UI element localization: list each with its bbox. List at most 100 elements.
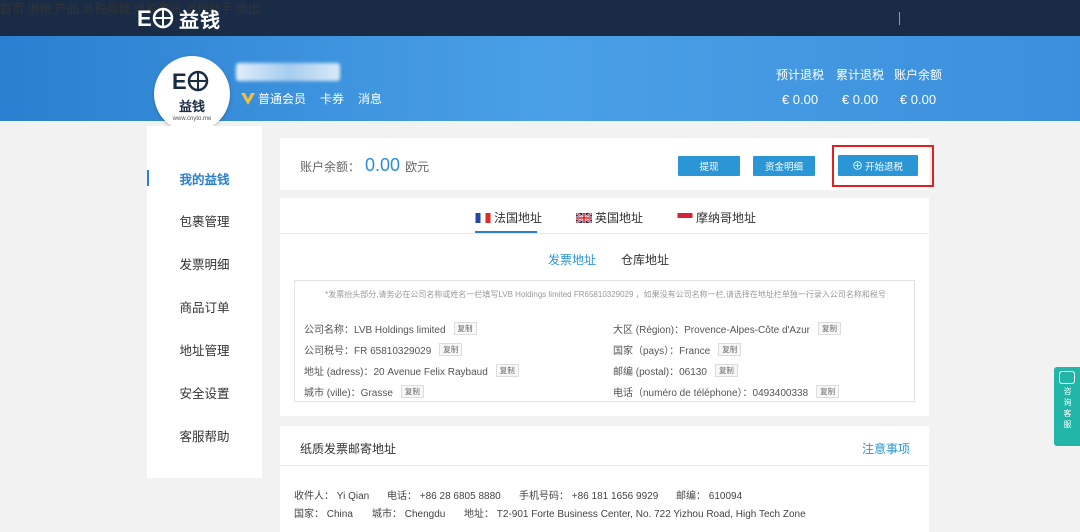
stat-label: 累计退税 xyxy=(835,68,884,82)
nav-home[interactable]: 首页 xyxy=(0,2,24,16)
avatar-url: www.cnyto.me xyxy=(172,115,212,122)
nav-products[interactable]: 产品 xyxy=(55,2,79,16)
mail-country: 国家： China xyxy=(294,509,353,520)
mail-address: 地址： T2-901 Forte Business Center, No. 72… xyxy=(464,509,806,520)
tab-france[interactable]: 法国地址 xyxy=(475,209,542,226)
mail-mobile: 手机号码： +86 181 1656 9929 xyxy=(519,491,659,502)
field-company-text: 公司名称：LVB Holdings limited xyxy=(304,325,446,336)
balance-currency: 欧元 xyxy=(405,160,430,174)
customer-service-widget[interactable]: 咨询客服 xyxy=(1054,367,1080,446)
copy-button[interactable]: 复制 xyxy=(495,364,519,377)
top-navbar: E 益钱 首页 退税 产品 退税商城 退税资讯 退税助手 退出 xyxy=(0,0,1080,36)
field-address-text: 地址 (adress)：20 Avenue Felix Raybaud xyxy=(304,367,488,378)
coupons-link[interactable]: 卡券 xyxy=(320,90,344,107)
stat-total: 累计退税 € 0.00 xyxy=(830,66,890,107)
mail-tel: 电话： +86 28 6805 8880 xyxy=(387,491,501,502)
customer-service-text: 咨询客服 xyxy=(1063,387,1072,431)
stat-value: € 0.00 xyxy=(781,92,819,107)
tab-uk[interactable]: 英国地址 xyxy=(576,209,643,226)
svg-text:E: E xyxy=(172,69,187,94)
field-city: 城市 (ville)：Grasse 复制 xyxy=(304,384,424,399)
copy-button[interactable]: 复制 xyxy=(714,364,738,377)
copy-button[interactable]: 复制 xyxy=(817,322,841,335)
tab-label: 英国地址 xyxy=(595,211,644,225)
subtab-invoice-address[interactable]: 发票地址 xyxy=(548,251,596,268)
monaco-flag-icon xyxy=(677,212,693,223)
copy-button[interactable]: 复制 xyxy=(718,343,742,356)
field-tax: 公司税号：FR 65810329029 复制 xyxy=(304,342,463,357)
sidebar: 我的益钱 包裹管理 发票明细 商品订单 地址管理 安全设置 客服帮助 xyxy=(147,126,262,478)
uk-flag-icon xyxy=(576,212,592,223)
tab-monaco[interactable]: 摩纳哥地址 xyxy=(677,209,756,226)
copy-button[interactable]: 复制 xyxy=(439,343,463,356)
sidebar-item-security[interactable]: 安全设置 xyxy=(147,384,262,404)
stat-value: € 0.00 xyxy=(841,92,879,107)
mail-address-header: 纸质发票邮寄地址 注意事项 xyxy=(280,426,929,466)
stat-value: € 0.00 xyxy=(899,92,937,107)
stat-label: 预计退税 xyxy=(775,68,824,82)
svg-text:E: E xyxy=(137,6,152,30)
logo-mark-icon: E xyxy=(137,6,174,30)
stat-label: 账户余额 xyxy=(893,68,942,82)
copy-button[interactable]: 复制 xyxy=(400,385,424,398)
invoice-notice: *发票抬头部分,请务必在公司名称或姓名一栏填写LVB Holdings limi… xyxy=(325,290,886,299)
tab-label: 法国地址 xyxy=(494,211,543,225)
nav-divider xyxy=(899,12,900,25)
field-address: 地址 (adress)：20 Avenue Felix Raybaud 复制 xyxy=(304,363,519,378)
fund-details-label: 资金明细 xyxy=(764,162,803,173)
field-city-text: 城市 (ville)：Grasse xyxy=(304,388,393,399)
stat-expected: 预计退税 € 0.00 xyxy=(770,66,830,107)
username-blurred xyxy=(236,63,340,81)
highlight-box xyxy=(832,145,934,187)
sidebar-item-my-account[interactable]: 我的益钱 xyxy=(147,170,262,190)
field-phone: 电话（numéro de téléphone）：0493400338 复制 xyxy=(613,384,840,399)
subtab-warehouse-address[interactable]: 仓库地址 xyxy=(621,251,669,268)
sidebar-item-addresses[interactable]: 地址管理 xyxy=(147,341,262,361)
mail-address-card: 纸质发票邮寄地址 注意事项 收件人： Yi Qian 电话： +86 28 68… xyxy=(280,426,929,532)
balance-display: 账户余额： 0.00 欧元 xyxy=(300,155,429,176)
balance-amount: 0.00 xyxy=(365,155,401,175)
field-company: 公司名称：LVB Holdings limited 复制 xyxy=(304,321,477,336)
brand-name: 益钱 xyxy=(179,9,221,32)
tab-active-underline xyxy=(475,231,537,233)
field-region: 大区 (Région)：Provence-Alpes-Côte d'Azur 复… xyxy=(613,321,841,336)
withdraw-button[interactable]: 提现 xyxy=(678,156,740,176)
invoice-address-box: *发票抬头部分,请务必在公司名称或姓名一栏填写LVB Holdings limi… xyxy=(294,280,915,402)
chat-icon xyxy=(1059,371,1075,384)
sidebar-item-packages[interactable]: 包裹管理 xyxy=(147,212,262,232)
stat-balance: 账户余额 € 0.00 xyxy=(888,66,948,107)
nav-mall[interactable]: 退税商城 xyxy=(82,2,130,16)
vip-icon xyxy=(241,92,255,105)
sidebar-item-invoices[interactable]: 发票明细 xyxy=(147,255,262,275)
fund-details-button[interactable]: 资金明细 xyxy=(753,156,815,176)
address-card: 法国地址 英国地址 摩纳哥地址 发票地址 仓库地址 *发票抬头部分,请务必在公司… xyxy=(280,198,929,416)
field-region-text: 大区 (Région)：Provence-Alpes-Côte d'Azur xyxy=(613,325,810,336)
country-tabs: 法国地址 英国地址 摩纳哥地址 xyxy=(280,198,929,234)
france-flag-icon xyxy=(475,212,491,223)
mail-recipient: 收件人： Yi Qian xyxy=(294,491,370,502)
field-phone-text: 电话（numéro de téléphone）：0493400338 xyxy=(613,388,809,399)
logo[interactable]: E 益钱 xyxy=(137,5,221,32)
mail-city: 城市： Chengdu xyxy=(372,509,446,520)
copy-button[interactable]: 复制 xyxy=(816,385,840,398)
member-bar: 普通会员 卡券 消息 xyxy=(241,90,396,107)
nav-tax-refund[interactable]: 退税 xyxy=(27,2,51,16)
copy-button[interactable]: 复制 xyxy=(453,322,477,335)
member-level[interactable]: 普通会员 xyxy=(258,90,306,107)
sidebar-item-help[interactable]: 客服帮助 xyxy=(147,427,262,447)
sidebar-item-orders[interactable]: 商品订单 xyxy=(147,298,262,318)
avatar-logo-icon: E xyxy=(172,69,209,94)
field-postal-text: 邮编 (postal)：06130 xyxy=(613,367,707,378)
mail-address-title: 纸质发票邮寄地址 xyxy=(300,442,397,456)
avatar[interactable]: E 益钱 www.cnyto.me xyxy=(154,56,230,132)
field-country-text: 国家（pays）：France xyxy=(613,346,711,357)
notes-link[interactable]: 注意事项 xyxy=(862,440,910,457)
tab-label: 摩纳哥地址 xyxy=(696,211,757,225)
nav-logout[interactable]: 退出 xyxy=(236,2,260,16)
field-postal: 邮编 (postal)：06130 复制 xyxy=(613,363,738,378)
balance-label: 账户余额： xyxy=(300,160,361,174)
field-country: 国家（pays）：France 复制 xyxy=(613,342,742,357)
avatar-brand: 益钱 xyxy=(178,98,205,114)
messages-link[interactable]: 消息 xyxy=(358,90,382,107)
mail-postcode: 邮编： 610094 xyxy=(676,491,743,502)
